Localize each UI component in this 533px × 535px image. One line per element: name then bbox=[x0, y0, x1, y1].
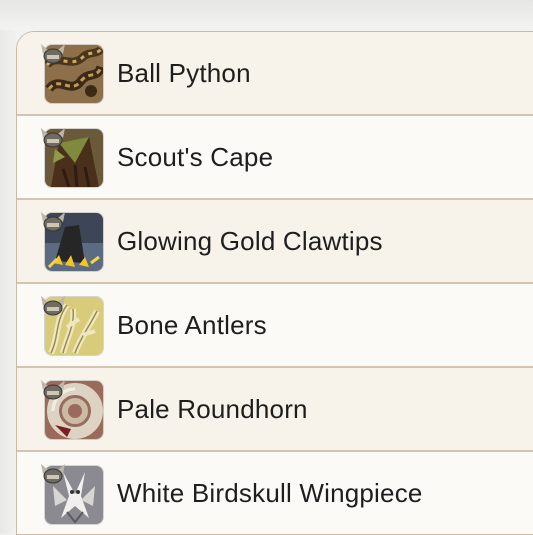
horned-helmet-icon bbox=[40, 378, 66, 400]
list-item-scouts-cape[interactable]: Scout's Cape bbox=[17, 116, 533, 200]
item-name: Ball Python bbox=[117, 57, 251, 88]
horned-helmet-icon bbox=[40, 210, 66, 232]
horned-helmet-icon bbox=[40, 126, 66, 148]
list-item-ball-python[interactable]: Ball Python bbox=[17, 32, 533, 116]
item-name: White Birdskull Wingpiece bbox=[117, 478, 423, 508]
horned-helmet-icon bbox=[40, 294, 66, 316]
list-item-white-birdskull-wingpiece[interactable]: White Birdskull Wingpiece bbox=[17, 452, 533, 534]
top-background bbox=[0, 0, 533, 30]
left-background bbox=[0, 30, 16, 534]
list-item-bone-antlers[interactable]: Bone Antlers bbox=[17, 284, 533, 368]
list-item-pale-roundhorn[interactable]: Pale Roundhorn bbox=[17, 368, 533, 452]
horned-helmet-icon bbox=[40, 462, 66, 484]
item-name: Glowing Gold Clawtips bbox=[117, 225, 383, 256]
horned-helmet-icon bbox=[40, 42, 66, 64]
item-name: Scout's Cape bbox=[117, 141, 274, 172]
list-item-glowing-gold-clawtips[interactable]: Glowing Gold Clawtips bbox=[17, 200, 533, 284]
item-name: Pale Roundhorn bbox=[117, 393, 308, 424]
item-name: Bone Antlers bbox=[117, 309, 267, 340]
item-list: Ball Python Scout's Cape Glowing Gold Cl… bbox=[16, 31, 533, 535]
